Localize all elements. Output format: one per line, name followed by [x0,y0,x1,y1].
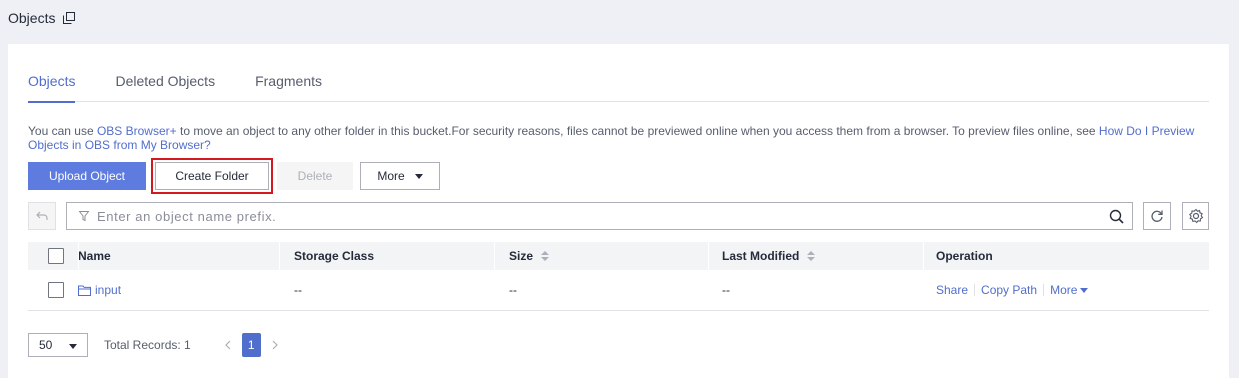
header-size-label: Size [509,249,534,263]
tab-objects[interactable]: Objects [28,72,76,103]
search-box [66,202,1133,230]
search-input[interactable] [97,208,1077,224]
page-size-select[interactable]: 50 [28,333,88,357]
create-folder-button[interactable]: Create Folder [155,162,269,190]
header-last-modified-label: Last Modified [722,249,800,263]
more-button[interactable]: More [360,162,440,190]
storage-class-cell: -- [294,283,302,297]
select-all-checkbox[interactable] [48,248,64,264]
header-storage-class: Storage Class [279,242,494,270]
objects-panel: Objects Deleted Objects Fragments You ca… [8,44,1229,378]
tab-bar: Objects Deleted Objects Fragments [28,72,1209,103]
copy-path-link[interactable]: Copy Path [981,283,1037,297]
more-link-label: More [1050,283,1078,297]
header-checkbox-cell [28,242,78,270]
chevron-right-icon [272,340,278,350]
page-title: Objects [8,10,56,26]
header-operation-label: Operation [936,249,993,263]
delete-button: Delete [277,162,353,190]
table-header: Name Storage Class Size Last Modified Op… [28,242,1209,270]
upload-object-button[interactable]: Upload Object [28,162,146,190]
more-link[interactable]: More [1050,283,1089,297]
page-size-value: 50 [39,338,53,352]
tab-fragments[interactable]: Fragments [255,72,322,102]
info-text: You can use OBS Browser+ to move an obje… [28,124,1208,152]
table-row: input -- -- -- Share Copy Path More [28,270,1209,311]
header-operation: Operation [923,242,1209,270]
page-header: Objects [8,8,76,28]
chevron-down-icon [69,344,77,349]
more-label: More [377,169,405,183]
refresh-button[interactable] [1143,202,1171,230]
total-records: Total Records: 1 [104,338,191,352]
toolbar: Upload Object Create Folder Delete More [28,158,440,194]
objects-table: Name Storage Class Size Last Modified Op… [28,242,1209,311]
header-name: Name [78,242,279,270]
next-page-button[interactable] [265,333,285,357]
last-modified-cell: -- [722,283,730,297]
copy-icon[interactable] [63,12,76,24]
row-checkbox[interactable] [48,282,64,298]
share-link[interactable]: Share [936,283,968,297]
header-name-label: Name [78,249,111,263]
chevron-down-icon [1080,288,1089,294]
search-row [28,202,1209,230]
sort-icon[interactable] [807,251,816,261]
operation-cell: Share Copy Path More [923,270,1209,310]
folder-name: input [95,283,122,297]
obs-browser-link[interactable]: OBS Browser+ [97,124,177,138]
row-checkbox-cell [28,270,78,310]
info-middle: to move an object to any other folder in… [176,124,1099,138]
search-icon[interactable] [1109,209,1124,224]
prev-page-button[interactable] [218,333,238,357]
back-button[interactable] [28,202,56,230]
sort-icon[interactable] [541,251,550,261]
size-cell: -- [509,283,517,297]
settings-button[interactable] [1182,202,1209,230]
header-last-modified[interactable]: Last Modified [708,242,923,270]
refresh-icon [1151,210,1163,222]
back-icon [36,211,48,220]
name-cell: input [78,270,279,310]
header-size[interactable]: Size [494,242,708,270]
info-prefix: You can use [28,124,97,138]
filter-icon [79,211,89,221]
pagination: 50 Total Records: 1 1 [28,333,285,357]
tab-deleted-objects[interactable]: Deleted Objects [115,72,215,102]
divider [974,284,976,296]
create-folder-highlight: Create Folder [151,158,273,194]
settings-icon [1188,208,1203,224]
divider [1043,284,1045,296]
header-storage-class-label: Storage Class [294,249,375,263]
page-1-button[interactable]: 1 [241,333,261,357]
chevron-left-icon [224,340,231,350]
folder-link[interactable]: input [78,283,121,297]
folder-icon [78,285,91,296]
chevron-down-icon [414,173,423,179]
